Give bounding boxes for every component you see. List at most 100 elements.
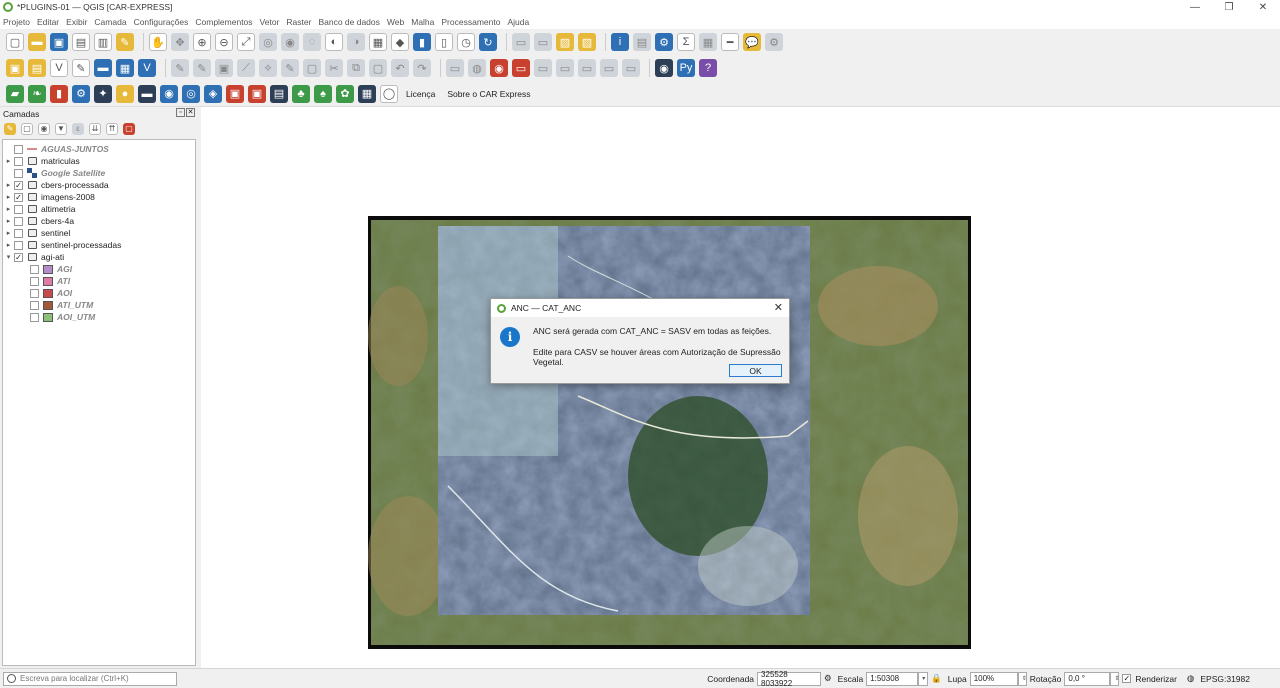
- new-project-icon[interactable]: ▢: [6, 33, 24, 51]
- layer-visibility-checkbox[interactable]: [14, 228, 23, 238]
- menu-exibir[interactable]: Exibir: [66, 17, 87, 27]
- car-gear-icon[interactable]: ⚙: [72, 84, 90, 103]
- render-checkbox[interactable]: ✓: [1122, 674, 1132, 683]
- add-vector-layer-icon[interactable]: V: [50, 59, 68, 77]
- car-globe-icon[interactable]: ◉: [160, 84, 178, 103]
- layer-visibility-checkbox[interactable]: ✓: [14, 180, 23, 190]
- dialog-close-icon[interactable]: ✕: [774, 301, 783, 314]
- layer-row[interactable]: ▸ matriculas: [3, 155, 195, 167]
- add-wms-layer-icon[interactable]: ▦: [116, 59, 134, 77]
- layer-visibility-checkbox[interactable]: ✓: [14, 252, 23, 262]
- filter-legend-icon[interactable]: ▼: [55, 122, 67, 135]
- vertex-tool-icon[interactable]: ⟡: [259, 59, 277, 77]
- expand-arrow-icon[interactable]: ▸: [3, 241, 14, 249]
- deselect-features-icon[interactable]: ▧: [578, 33, 596, 51]
- menu-camada[interactable]: Camada: [94, 17, 126, 27]
- cut-features-icon[interactable]: ✂: [325, 59, 343, 77]
- expand-arrow-icon[interactable]: ▸: [3, 217, 14, 225]
- zoom-in-icon[interactable]: ⊕: [193, 33, 211, 51]
- add-group-icon[interactable]: ▢: [21, 122, 33, 135]
- layer-row[interactable]: Google Satellite: [3, 167, 195, 179]
- car-network-icon[interactable]: ◈: [204, 84, 222, 103]
- print-layout-icon[interactable]: ▤: [72, 33, 90, 51]
- menu-projeto[interactable]: Projeto: [3, 17, 30, 27]
- data-source-manager-icon[interactable]: ▣: [6, 59, 24, 77]
- statistics-icon[interactable]: Σ: [677, 33, 695, 51]
- layer-visibility-checkbox[interactable]: [30, 300, 39, 310]
- layer-visibility-checkbox[interactable]: [14, 204, 23, 214]
- expand-arrow-icon[interactable]: ▸: [3, 229, 14, 237]
- new-layer-icon[interactable]: ▤: [28, 59, 46, 77]
- highlight-labels-icon[interactable]: ◉: [490, 59, 508, 77]
- panel-close-icon[interactable]: ✕: [186, 108, 195, 117]
- add-feature-icon[interactable]: ⟋: [237, 59, 255, 77]
- open-layer-styling-icon[interactable]: ✎: [4, 122, 16, 135]
- car-satellite-icon[interactable]: ✦: [94, 84, 112, 103]
- scale-field[interactable]: 1:50308: [866, 671, 919, 686]
- plugin-globe-icon[interactable]: ◉: [655, 59, 673, 77]
- ok-button[interactable]: OK: [729, 364, 782, 377]
- layer-visibility-checkbox[interactable]: [14, 144, 23, 154]
- label-abc-icon[interactable]: ▭: [512, 59, 530, 77]
- car-sentinel-icon[interactable]: ▬: [138, 84, 156, 103]
- menu-ajuda[interactable]: Ajuda: [507, 17, 529, 27]
- copy-features-icon[interactable]: ⧉: [347, 59, 365, 77]
- crs-label[interactable]: EPSG:31982: [1200, 674, 1250, 684]
- zoom-full-icon[interactable]: ⤢: [237, 33, 255, 51]
- pin-labels-icon[interactable]: ◍: [468, 59, 486, 77]
- zoom-last-icon[interactable]: ◐: [325, 33, 343, 51]
- car-image-icon[interactable]: ▤: [270, 84, 288, 103]
- delete-selected-icon[interactable]: ▢: [303, 59, 321, 77]
- expand-arrow-icon[interactable]: ▸: [3, 205, 14, 213]
- menu-raster[interactable]: Raster: [286, 17, 311, 27]
- car-book-icon[interactable]: ▮: [50, 84, 68, 103]
- paste-features-icon[interactable]: ▢: [369, 59, 387, 77]
- magnifier-spinner-icon[interactable]: ⇕: [1017, 671, 1027, 686]
- digitize-icon[interactable]: ▣: [215, 59, 233, 77]
- car-brazil-flag-icon[interactable]: ▰: [6, 84, 24, 103]
- identify-features-icon[interactable]: ▭: [512, 33, 530, 51]
- map-tips-icon[interactable]: 💬: [743, 33, 761, 51]
- select-features-icon[interactable]: ▨: [556, 33, 574, 51]
- change-label-icon[interactable]: ▭: [578, 59, 596, 77]
- layer-row[interactable]: ▸ ✓ imagens-2008: [3, 191, 195, 203]
- layer-row[interactable]: ▸ altimetria: [3, 203, 195, 215]
- layer-row[interactable]: ▾ ✓ agi-ati: [3, 251, 195, 263]
- rotate-label-icon[interactable]: ▭: [556, 59, 574, 77]
- add-wfs-layer-icon[interactable]: V: [138, 59, 156, 77]
- layer-visibility-checkbox[interactable]: [30, 312, 39, 322]
- menu-web[interactable]: Web: [387, 17, 404, 27]
- coordinate-toggle-icon[interactable]: ⚙: [824, 673, 832, 684]
- restore-icon[interactable]: ❐: [1212, 0, 1246, 14]
- car-sun-icon[interactable]: ●: [116, 84, 134, 103]
- lock-scale-icon[interactable]: 🔒: [931, 673, 942, 684]
- toggle-editing-icon[interactable]: ✎: [171, 59, 189, 77]
- sublayer-row[interactable]: AGI: [3, 263, 195, 275]
- manage-visibility-icon[interactable]: ◉: [38, 122, 50, 135]
- licenca-button[interactable]: Licença: [406, 89, 435, 99]
- car-circle-icon[interactable]: ◯: [380, 84, 398, 103]
- layout-manager-icon[interactable]: ▥: [94, 33, 112, 51]
- sublayer-row[interactable]: AOI_UTM: [3, 311, 195, 323]
- magnifier-field[interactable]: 100%: [969, 671, 1018, 686]
- new-map-view-icon[interactable]: ▦: [369, 33, 387, 51]
- bookmark-icon[interactable]: ▮: [413, 33, 431, 51]
- collapse-all-icon[interactable]: ⇈: [106, 122, 118, 135]
- label-tool-icon[interactable]: ▭: [446, 59, 464, 77]
- car-fire-icon[interactable]: ▣: [226, 84, 244, 103]
- rotation-spinner-icon[interactable]: ⇕: [1110, 671, 1119, 686]
- expand-arrow-icon[interactable]: ▸: [3, 193, 14, 201]
- layer-visibility-checkbox[interactable]: [14, 240, 23, 250]
- processing-toolbox-icon[interactable]: ⚙: [655, 33, 673, 51]
- menu-banco-de-dados[interactable]: Banco de dados: [318, 17, 379, 27]
- expand-arrow-icon[interactable]: ▾: [3, 253, 14, 261]
- pan-icon[interactable]: ✋: [149, 33, 167, 51]
- menu-configuracoes[interactable]: Configurações: [134, 17, 189, 27]
- sublayer-row[interactable]: ATI_UTM: [3, 299, 195, 311]
- pan-to-selection-icon[interactable]: ✥: [171, 33, 189, 51]
- attribute-table-icon[interactable]: ▤: [633, 33, 651, 51]
- satellite-imagery[interactable]: [368, 216, 971, 649]
- layer-visibility-checkbox[interactable]: [14, 168, 23, 178]
- zoom-native-icon[interactable]: ◌: [303, 33, 321, 51]
- car-layers-icon[interactable]: ▦: [358, 84, 376, 103]
